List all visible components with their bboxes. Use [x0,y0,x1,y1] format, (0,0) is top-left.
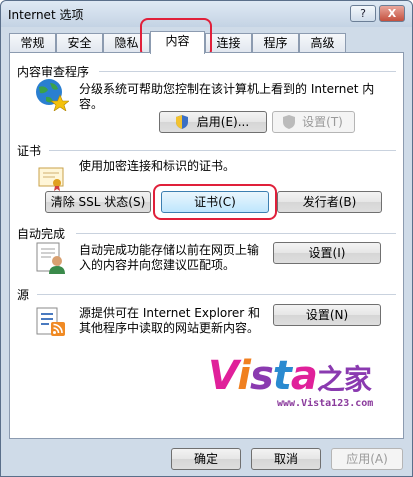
content-advisor-settings-label: 设置(T) [302,115,343,129]
apply-button[interactable]: 应用(A) [331,448,403,470]
window-title: Internet 选项 [8,8,84,22]
content-advisor-description-1: 分级系统可帮助您控制在该计算机上看到的 Internet 内 [79,82,375,96]
autocomplete-settings-button[interactable]: 设置(I) [273,242,381,264]
watermark-url: www.Vista123.com [277,398,374,409]
tab-connections[interactable]: 连接 [205,33,252,53]
feeds-settings-button[interactable]: 设置(N) [273,304,381,326]
autocomplete-description-2: 入的内容并向您建议匹配项。 [79,258,236,272]
tab-content[interactable]: 内容 [150,31,205,54]
content-advisor-description-2: 容。 [79,97,104,111]
certificates-separator [49,150,396,151]
shield-icon [176,115,188,129]
internet-options-dialog: Internet 选项 ? X 常规 安全 隐私 内容 连接 程序 高级 内容审… [0,0,413,477]
feeds-title: 源 [17,288,30,302]
ok-button[interactable]: 确定 [171,448,241,470]
cancel-button[interactable]: 取消 [251,448,321,470]
tab-programs[interactable]: 程序 [252,33,299,53]
autocomplete-separator [76,233,396,234]
highlight-circle-certificates [153,184,277,220]
feeds-description-1: 源提供可在 Internet Explorer 和 [79,306,261,320]
feeds-description-2: 其他程序中读取的网站更新内容。 [79,321,260,335]
close-button[interactable]: X [379,5,405,22]
autocomplete-title: 自动完成 [17,227,66,241]
content-advisor-enable-button[interactable]: 启用(E)... [159,111,267,133]
watermark-logo: Vista之家 [208,353,372,399]
clear-ssl-state-button[interactable]: 清除 SSL 状态(S) [45,191,151,213]
globe-star-icon [36,79,69,111]
autocomplete-icon [36,242,65,274]
tab-advanced[interactable]: 高级 [299,33,346,53]
shield-icon [283,115,295,129]
certificates-description: 使用加密连接和标识的证书。 [79,159,236,173]
tab-general[interactable]: 常规 [9,33,56,53]
help-button[interactable]: ? [350,5,376,22]
publishers-button[interactable]: 发行者(B) [277,191,382,213]
feed-icon [36,307,65,336]
tab-security[interactable]: 安全 [56,33,103,53]
feeds-separator [37,294,396,295]
content-advisor-settings-button[interactable]: 设置(T) [272,111,355,133]
certificate-icon [38,167,64,191]
autocomplete-description-1: 自动完成功能存储以前在网页上输 [79,243,260,257]
content-advisor-separator [99,71,396,72]
content-advisor-enable-label: 启用(E)... [196,115,250,129]
certificates-title: 证书 [17,144,42,158]
